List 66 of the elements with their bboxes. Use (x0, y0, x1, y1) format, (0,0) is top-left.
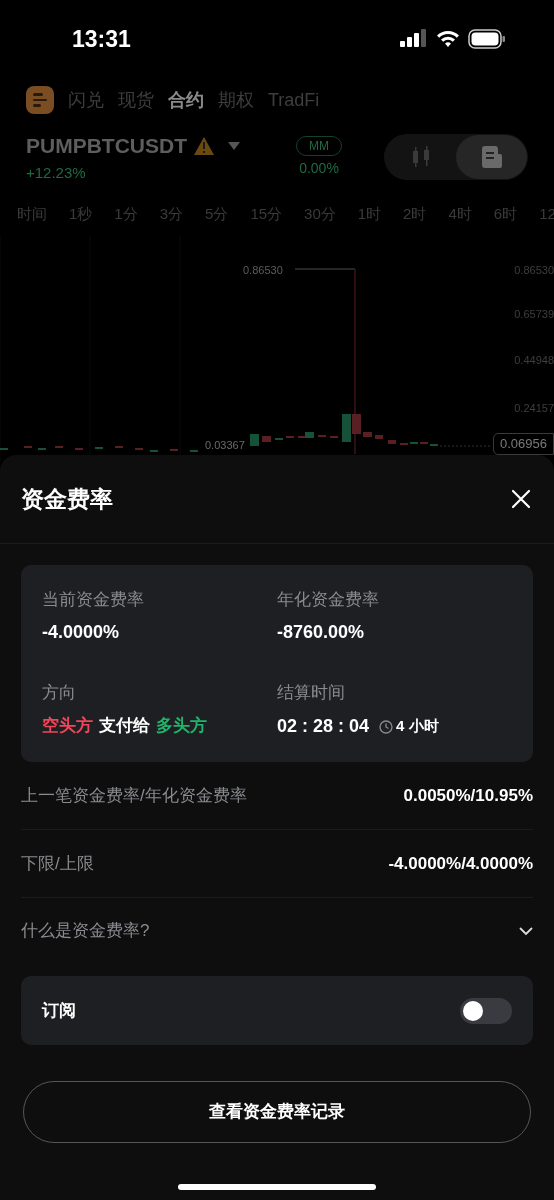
row-value: 0.0050%/10.95% (403, 784, 533, 807)
leader-line (294, 268, 356, 270)
candle (375, 435, 383, 439)
row-value: -4.0000%/4.0000% (388, 852, 533, 875)
interval-tab[interactable]: 4时 (448, 202, 472, 226)
sheet-title: 资金费率 (21, 484, 113, 514)
interval-tab[interactable]: 2时 (403, 202, 427, 226)
interval-tab[interactable]: 15分 (250, 202, 283, 226)
tab[interactable]: 合约 (168, 86, 204, 114)
price-axis-label: 0.65739 (514, 307, 554, 322)
low-price-label: 0.03367 (205, 438, 245, 453)
candle (262, 436, 271, 442)
interval-tab[interactable]: 1时 (357, 202, 382, 226)
last-price-label: 0.06956 (493, 433, 554, 455)
mm-value: 0.00% (299, 158, 339, 178)
payer-side: 空头方 (42, 715, 93, 737)
field-label: 结算时间 (277, 681, 346, 704)
row-label: 下限/上限 (21, 852, 94, 875)
menu-icon[interactable] (26, 86, 54, 114)
subscribe-switch[interactable] (460, 997, 512, 1024)
close-button[interactable] (509, 487, 533, 511)
price-change: +12.23% (26, 162, 87, 183)
field-value: -4.0000% (42, 620, 121, 644)
clock-time: 13:31 (72, 24, 131, 54)
interval-tab[interactable]: 6时 (493, 202, 518, 226)
candle (363, 432, 372, 437)
subscribe-label: 订阅 (42, 999, 76, 1022)
high-price-label: 0.86530 (243, 263, 283, 278)
price-axis-label: 0.44948 (514, 353, 554, 368)
symbol-name[interactable]: PUMPBTCUSDT (26, 130, 187, 162)
interval-tab[interactable]: 1分 (114, 202, 138, 226)
interval-tab[interactable]: 3分 (159, 202, 184, 226)
row-label: 上一笔资金费率/年化资金费率 (21, 784, 247, 807)
wifi-icon (436, 30, 460, 48)
tab[interactable]: TradFi (268, 86, 320, 114)
tab[interactable]: 闪兑 (68, 86, 104, 114)
clock-icon (379, 719, 394, 734)
warning-icon (193, 135, 215, 156)
direction-text: 支付给 (99, 715, 150, 737)
price-axis-label: 0.24157 (514, 401, 554, 416)
document-icon (480, 145, 503, 169)
receiver-side: 多头方 (156, 715, 207, 737)
countdown-timer: 02 : 28 : 04 (277, 715, 370, 738)
info-view-button[interactable] (456, 135, 527, 179)
tab[interactable]: 期权 (218, 86, 254, 114)
candle (250, 434, 259, 446)
close-icon (511, 489, 531, 509)
price-axis-label: 0.86530 (514, 263, 554, 278)
candlestick-icon (410, 145, 431, 169)
tab[interactable]: 现货 (118, 86, 154, 114)
interval-tab[interactable]: 5分 (205, 202, 229, 226)
interval-text: 4 小时 (396, 716, 439, 737)
caret-icon[interactable] (227, 140, 241, 151)
chevron-icon (519, 926, 533, 936)
interval-tab[interactable]: 1秒 (69, 202, 93, 226)
signal-icon (400, 29, 428, 49)
battery-icon (468, 29, 506, 49)
candle (388, 440, 396, 444)
faq-toggle[interactable]: 什么是资金费率? (21, 898, 533, 964)
candle (352, 414, 361, 434)
field-label: 当前资金费率 (42, 589, 145, 611)
field-value: -8760.00% (277, 620, 366, 644)
interval-tab[interactable]: 30分 (304, 202, 336, 226)
candle (342, 414, 351, 442)
field-label: 方向 (42, 681, 77, 704)
field-label: 年化资金费率 (277, 589, 380, 611)
